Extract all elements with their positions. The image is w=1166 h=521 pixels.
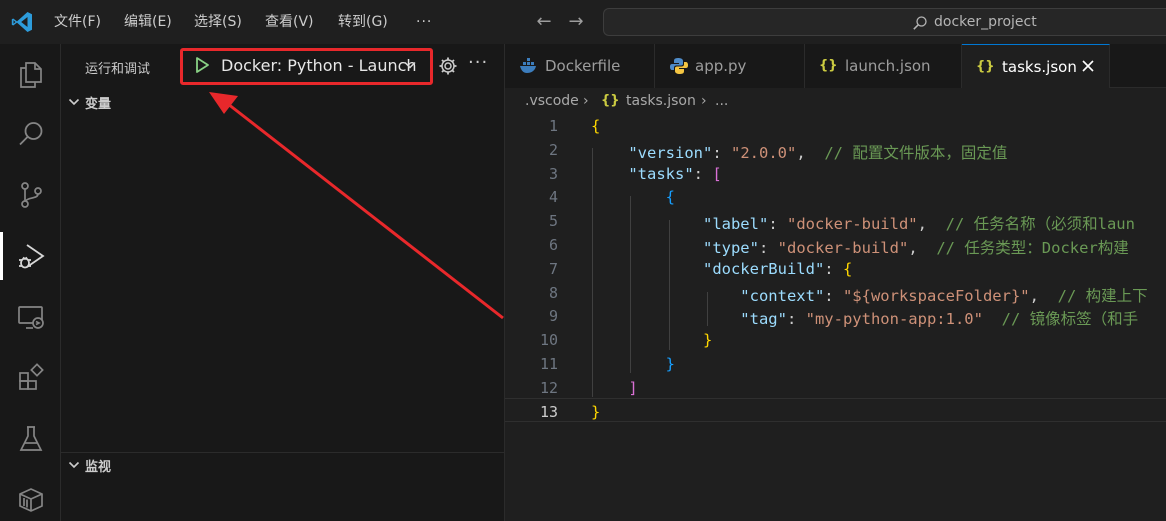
line-number: 11 bbox=[539, 355, 558, 373]
line-number: 6 bbox=[548, 236, 558, 254]
command-center-search[interactable]: docker_project bbox=[603, 8, 1166, 36]
forward-arrow-icon[interactable]: → bbox=[565, 10, 587, 34]
tab-launch-json[interactable]: {} launch.json bbox=[805, 44, 962, 88]
line-number: 2 bbox=[548, 140, 558, 159]
tab-label: app.py bbox=[695, 57, 747, 75]
chevron-down-icon[interactable] bbox=[403, 58, 417, 72]
search-icon bbox=[913, 16, 927, 30]
code-line: "context": "${workspaceFolder}", // 构建上下 bbox=[591, 286, 1148, 305]
run-debug-sidebar: 运行和调试 Docker: Python - Launch ··· 变量 监视 bbox=[61, 44, 505, 521]
line-number: 7 bbox=[548, 259, 558, 278]
remote-explorer-icon[interactable] bbox=[0, 287, 61, 347]
line-number: 8 bbox=[548, 283, 558, 302]
breadcrumb-file[interactable]: tasks.json bbox=[626, 93, 696, 109]
line-number: 1 bbox=[548, 117, 558, 135]
source-control-icon[interactable] bbox=[0, 165, 61, 225]
json-file-icon: {} bbox=[976, 59, 995, 74]
vscode-logo-icon bbox=[11, 12, 33, 32]
line-number: 13 bbox=[539, 402, 558, 421]
line-number: 12 bbox=[539, 378, 558, 397]
breadcrumb-folder[interactable]: .vscode bbox=[525, 93, 579, 109]
breadcrumb-symbol[interactable]: ... bbox=[715, 93, 728, 109]
more-actions-icon[interactable]: ··· bbox=[468, 52, 488, 73]
chevron-right-icon: › bbox=[701, 93, 707, 109]
code-line: "version": "2.0.0", // 配置文件版本，固定值 bbox=[591, 143, 1008, 162]
code-line: { bbox=[591, 188, 675, 207]
variables-label: 变量 bbox=[85, 97, 112, 112]
code-line: } bbox=[591, 402, 601, 421]
line-number: 9 bbox=[548, 307, 558, 326]
code-line: "dockerBuild": { bbox=[591, 259, 853, 278]
activity-bar bbox=[0, 44, 61, 521]
tab-label: launch.json bbox=[845, 57, 931, 75]
search-icon[interactable] bbox=[0, 104, 61, 164]
code-line: } bbox=[591, 331, 713, 350]
close-icon[interactable] bbox=[1079, 57, 1097, 75]
code-editor[interactable]: 1 2 3 4 5 6 7 8 9 10 11 12 13 { "version": "2.0.0", … bbox=[505, 114, 1166, 521]
docker-icon[interactable] bbox=[0, 470, 61, 521]
tab-label: Dockerfile bbox=[545, 57, 621, 75]
line-number: 10 bbox=[539, 331, 558, 350]
code-line: "label": "docker-build", // 任务名称（必须和laun bbox=[591, 215, 1135, 234]
line-number: 5 bbox=[548, 212, 558, 231]
command-center-text: docker_project bbox=[934, 14, 1037, 30]
current-line-highlight bbox=[505, 398, 1166, 422]
chevron-right-icon: › bbox=[583, 93, 589, 109]
testing-icon[interactable] bbox=[0, 409, 61, 469]
launch-config-select[interactable]: Docker: Python - Launch bbox=[221, 56, 417, 75]
gear-icon[interactable] bbox=[438, 56, 458, 76]
menu-selection[interactable]: 选择(S) bbox=[194, 0, 242, 44]
code-line: "tag": "my-python-app:1.0" // 镜像标签（和手 bbox=[591, 310, 1139, 329]
tab-label: tasks.json bbox=[1002, 58, 1077, 76]
chevron-down-icon bbox=[68, 98, 80, 106]
watch-section-header[interactable]: 监视 bbox=[61, 452, 504, 476]
tab-dockerfile[interactable]: Dockerfile bbox=[505, 44, 655, 88]
tab-app-py[interactable]: app.py bbox=[655, 44, 805, 88]
tab-tasks-json[interactable]: {} tasks.json bbox=[962, 44, 1110, 89]
json-file-icon: {} bbox=[819, 58, 838, 73]
json-file-icon: {} bbox=[601, 93, 620, 108]
start-debugging-icon[interactable] bbox=[194, 56, 210, 74]
code-line: ] bbox=[591, 378, 638, 397]
line-number: 3 bbox=[548, 164, 558, 183]
menu-file[interactable]: 文件(F) bbox=[54, 0, 101, 44]
watch-label: 监视 bbox=[85, 460, 112, 475]
code-line: "tasks": [ bbox=[591, 164, 722, 183]
code-line: } bbox=[591, 355, 675, 373]
chevron-down-icon bbox=[68, 461, 80, 469]
variables-section-header[interactable]: 变量 bbox=[61, 90, 504, 114]
python-file-icon bbox=[670, 58, 688, 74]
menu-more[interactable]: ··· bbox=[416, 0, 432, 44]
menu-view[interactable]: 查看(V) bbox=[265, 0, 314, 44]
code-line: { bbox=[591, 117, 601, 135]
code-line: "type": "docker-build", // 任务类型：Docker构建 bbox=[591, 239, 1129, 257]
explorer-icon[interactable] bbox=[0, 44, 61, 104]
run-debug-icon[interactable] bbox=[0, 226, 61, 286]
menu-go[interactable]: 转到(G) bbox=[338, 0, 388, 44]
sidebar-title: 运行和调试 bbox=[85, 62, 151, 77]
breadcrumb: .vscode › {} tasks.json › ... bbox=[505, 88, 1166, 114]
editor-tab-bar: Dockerfile app.py {} launch.json {} task… bbox=[505, 44, 1166, 89]
line-number: 4 bbox=[548, 188, 558, 207]
title-bar: 文件(F) 编辑(E) 选择(S) 查看(V) 转到(G) ··· ← → do… bbox=[0, 0, 1166, 44]
back-arrow-icon[interactable]: ← bbox=[533, 10, 555, 34]
menu-edit[interactable]: 编辑(E) bbox=[124, 0, 172, 44]
extensions-icon[interactable] bbox=[0, 348, 61, 408]
docker-file-icon bbox=[520, 58, 536, 73]
